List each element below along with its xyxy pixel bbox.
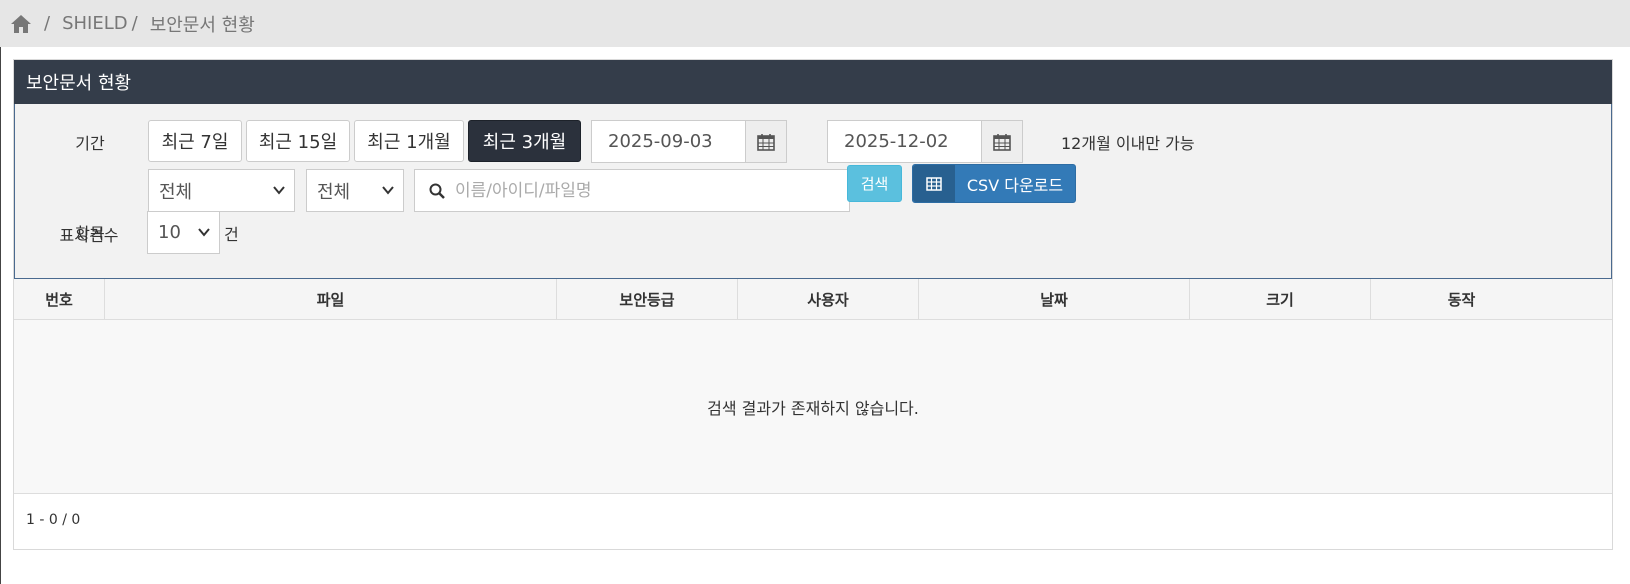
column-header-user[interactable]: 사용자 xyxy=(738,279,919,319)
item-category-value: 전체 xyxy=(159,181,193,203)
search-icon xyxy=(429,183,445,199)
chevron-down-icon xyxy=(382,186,394,195)
column-header-date[interactable]: 날짜 xyxy=(919,279,1190,319)
security-doc-panel: 보안문서 현황 기간 최근 7일 최근 15일 최근 1개월 최근 3개월 20… xyxy=(13,59,1613,550)
breadcrumb: / SHIELD / 보안문서 현황 xyxy=(0,0,1630,47)
item-type-value: 전체 xyxy=(317,181,351,203)
item-type-select[interactable]: 전체 xyxy=(306,169,404,212)
breadcrumb-separator: / xyxy=(44,13,51,34)
end-date-field[interactable]: 2025-12-02 xyxy=(827,120,982,163)
csv-download-label: CSV 다운로드 xyxy=(966,175,1064,195)
chevron-down-icon xyxy=(198,228,210,237)
breadcrumb-item-shield[interactable]: SHIELD xyxy=(62,13,128,34)
table-header: 번호 파일 보안등급 사용자 날짜 크기 동작 xyxy=(14,279,1612,320)
home-icon[interactable] xyxy=(10,13,32,35)
results-table: 번호 파일 보안등급 사용자 날짜 크기 동작 검색 결과가 존재하지 않습니다… xyxy=(14,279,1612,494)
item-category-select[interactable]: 전체 xyxy=(148,169,295,212)
search-input[interactable] xyxy=(455,180,835,201)
column-header-number[interactable]: 번호 xyxy=(14,279,105,319)
date-range-note: 12개월 이내만 가능 xyxy=(1061,134,1195,153)
period-label: 기간 xyxy=(75,134,105,153)
period-7d-button[interactable]: 최근 7일 xyxy=(148,120,242,162)
table-icon xyxy=(913,165,955,202)
search-button[interactable]: 검색 xyxy=(847,165,902,202)
page-size-select[interactable]: 10 xyxy=(147,211,220,254)
period-3m-button[interactable]: 최근 3개월 xyxy=(468,120,581,162)
period-1m-button[interactable]: 최근 1개월 xyxy=(354,120,464,162)
period-15d-button[interactable]: 최근 15일 xyxy=(246,120,350,162)
column-header-file[interactable]: 파일 xyxy=(105,279,557,319)
chevron-down-icon xyxy=(273,186,285,195)
search-field[interactable] xyxy=(414,169,850,212)
column-header-size[interactable]: 크기 xyxy=(1190,279,1371,319)
panel-title: 보안문서 현황 xyxy=(14,60,1612,104)
calendar-icon[interactable] xyxy=(745,120,787,163)
count-label: 표시건수 xyxy=(59,226,119,245)
breadcrumb-separator: / xyxy=(131,13,138,34)
start-date-field[interactable]: 2025-09-03 xyxy=(591,120,746,163)
window-edge xyxy=(0,0,1,584)
empty-result-message: 검색 결과가 존재하지 않습니다. xyxy=(14,320,1612,494)
count-unit: 건 xyxy=(224,225,239,244)
calendar-icon[interactable] xyxy=(981,120,1023,163)
breadcrumb-item-current: 보안문서 현황 xyxy=(149,14,255,36)
csv-download-button[interactable]: CSV 다운로드 xyxy=(912,164,1076,203)
pagination-summary: 1 - 0 / 0 xyxy=(26,512,81,528)
page-size-value: 10 xyxy=(158,222,181,243)
column-header-action[interactable]: 동작 xyxy=(1371,279,1552,319)
column-header-security-level[interactable]: 보안등급 xyxy=(557,279,738,319)
